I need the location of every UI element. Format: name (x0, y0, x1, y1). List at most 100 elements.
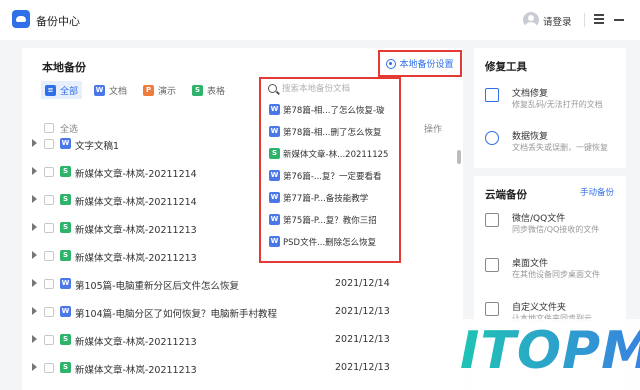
local-backup-settings-button[interactable]: 本地备份设置 (378, 50, 462, 77)
result-text: 新媒体文章-林...20211125 (283, 150, 389, 160)
expand-arrow-icon[interactable] (32, 167, 37, 175)
row-checkbox[interactable] (44, 195, 54, 205)
search-dropdown: W 第78篇-相...了怎么恢复-璇 W 第78篇-相...删了怎么恢复 S 新… (259, 77, 401, 263)
sheet-icon: S (60, 194, 71, 205)
doc-icon: W (60, 138, 71, 149)
doc-icon: W (269, 104, 280, 115)
recovery-icon (485, 131, 499, 145)
scrollbar[interactable] (457, 150, 461, 164)
tab-slides[interactable]: P 演示 (139, 81, 180, 99)
doc-repair-item[interactable]: 文档修复 修复乱码/无法打开的文档 (485, 86, 625, 116)
file-date: 2021/12/13 (335, 334, 390, 345)
file-date: 2021/12/13 (335, 362, 390, 373)
result-text: PSD文件...删除怎么恢复 (283, 238, 377, 248)
result-text: 第78篇-相...删了怎么恢复 (283, 128, 382, 138)
list-item[interactable]: W 第105篇-电脑重新分区后文件怎么恢复 2021/12/14 (22, 270, 463, 298)
section-title: 云端备份 (485, 189, 527, 201)
search-input[interactable] (282, 82, 394, 96)
list-item[interactable]: W 第104篇-电脑分区了如何恢复？电脑新手村教程 2021/12/13 (22, 298, 463, 326)
item-label: 微信/QQ文件 (512, 214, 566, 224)
search-result[interactable]: S 新媒体文章-林...20211125 (269, 145, 395, 163)
row-checkbox[interactable] (44, 335, 54, 345)
item-label: 数据恢复 (512, 132, 549, 142)
row-checkbox[interactable] (44, 167, 54, 177)
tab-label: 全部 (60, 86, 79, 97)
search-result[interactable]: W 第78篇-相...删了怎么恢复 (269, 123, 395, 141)
all-icon: ≡ (45, 84, 56, 96)
doc-icon: W (269, 192, 280, 203)
file-name: 第105篇-电脑重新分区后文件怎么恢复 (75, 281, 240, 292)
file-date: 2021/12/14 (335, 278, 390, 289)
tab-all[interactable]: ≡ 全部 (41, 81, 83, 99)
tab-docs[interactable]: W 文档 (90, 81, 131, 99)
list-item[interactable]: S 新媒体文章-林岚-20211213 2021/12/13 (22, 354, 463, 382)
result-text: 第78篇-相...了怎么恢复-璇 (283, 106, 385, 116)
row-checkbox[interactable] (44, 279, 54, 289)
search-result[interactable]: W 第75篇-P...复？教你三招 (269, 211, 395, 229)
list-item[interactable]: S 新媒体文章-林岚-20211213 2021/12/13 (22, 326, 463, 354)
tab-label: 文档 (109, 86, 128, 97)
folder-icon (485, 302, 499, 316)
sheet-icon: S (60, 250, 71, 261)
tab-sheets[interactable]: S 表格 (188, 81, 229, 99)
repair-tools-panel: 修复工具 文档修复 修复乱码/无法打开的文档 数据恢复 文档丢失或误删，一键恢复 (474, 48, 626, 168)
file-name: 新媒体文章-林岚-20211213 (75, 365, 197, 376)
row-checkbox[interactable] (44, 223, 54, 233)
doc-icon: W (94, 84, 106, 96)
sheet-icon: S (60, 334, 71, 345)
expand-arrow-icon[interactable] (32, 363, 37, 371)
sheet-icon: S (60, 166, 71, 177)
minimize-icon[interactable] (614, 19, 624, 21)
expand-arrow-icon[interactable] (32, 335, 37, 343)
login-link[interactable]: 请登录 (543, 14, 572, 28)
row-checkbox[interactable] (44, 307, 54, 317)
expand-arrow-icon[interactable] (32, 279, 37, 287)
file-name: 新媒体文章-林岚-20211213 (75, 337, 197, 348)
file-date: 2021/12/13 (335, 306, 390, 317)
menu-icon[interactable] (594, 14, 604, 24)
expand-arrow-icon[interactable] (32, 195, 37, 203)
doc-icon: W (269, 214, 280, 225)
result-text: 第77篇-P...备技能教学 (283, 194, 369, 204)
settings-label: 本地备份设置 (399, 60, 454, 70)
doc-repair-icon (485, 88, 499, 102)
doc-icon: W (269, 170, 280, 181)
doc-icon: W (60, 306, 71, 317)
tab-label: 表格 (207, 86, 226, 97)
expand-arrow-icon[interactable] (32, 139, 37, 147)
item-subtitle: 同步微信/QQ接收的文件 (512, 225, 600, 234)
app-title: 备份中心 (36, 15, 80, 28)
filter-tabs: ≡ 全部 W 文档 P 演示 S 表格 (41, 81, 229, 99)
sheet-icon: S (269, 148, 280, 159)
tab-label: 演示 (158, 86, 177, 97)
backup-cloud-icon (12, 10, 30, 28)
sheet-icon: S (192, 84, 204, 96)
manual-backup-button[interactable]: 手动备份 (580, 186, 614, 198)
row-checkbox[interactable] (44, 251, 54, 261)
row-checkbox[interactable] (44, 139, 54, 149)
file-name: 文字文稿1 (75, 141, 120, 152)
file-name: 新媒体文章-林岚-20211213 (75, 253, 197, 264)
search-box (263, 81, 397, 99)
divider (584, 13, 585, 27)
avatar[interactable] (523, 12, 539, 28)
section-title: 修复工具 (485, 61, 527, 73)
search-result[interactable]: W PSD文件...删除怎么恢复 (269, 233, 395, 251)
expand-arrow-icon[interactable] (32, 223, 37, 231)
desktop-files-item[interactable]: 桌面文件 在其他设备同步桌面文件 (485, 256, 625, 286)
doc-icon: W (60, 278, 71, 289)
search-result[interactable]: W 第77篇-P...备技能教学 (269, 189, 395, 207)
search-result[interactable]: W 第78篇-相...了怎么恢复-璇 (269, 101, 395, 119)
row-checkbox[interactable] (44, 363, 54, 373)
slides-icon: P (143, 84, 155, 96)
data-recovery-item[interactable]: 数据恢复 文档丢失或误删，一键恢复 (485, 129, 625, 159)
item-subtitle: 文档丢失或误删，一键恢复 (512, 143, 608, 152)
expand-arrow-icon[interactable] (32, 307, 37, 315)
search-result[interactable]: W 第76篇-...复？一定要看看 (269, 167, 395, 185)
doc-icon: W (269, 236, 280, 247)
wechat-qq-item[interactable]: 微信/QQ文件 同步微信/QQ接收的文件 (485, 211, 625, 241)
expand-arrow-icon[interactable] (32, 251, 37, 259)
search-icon (268, 84, 277, 93)
result-text: 第75篇-P...复？教你三招 (283, 216, 377, 226)
sheet-icon: S (60, 362, 71, 373)
